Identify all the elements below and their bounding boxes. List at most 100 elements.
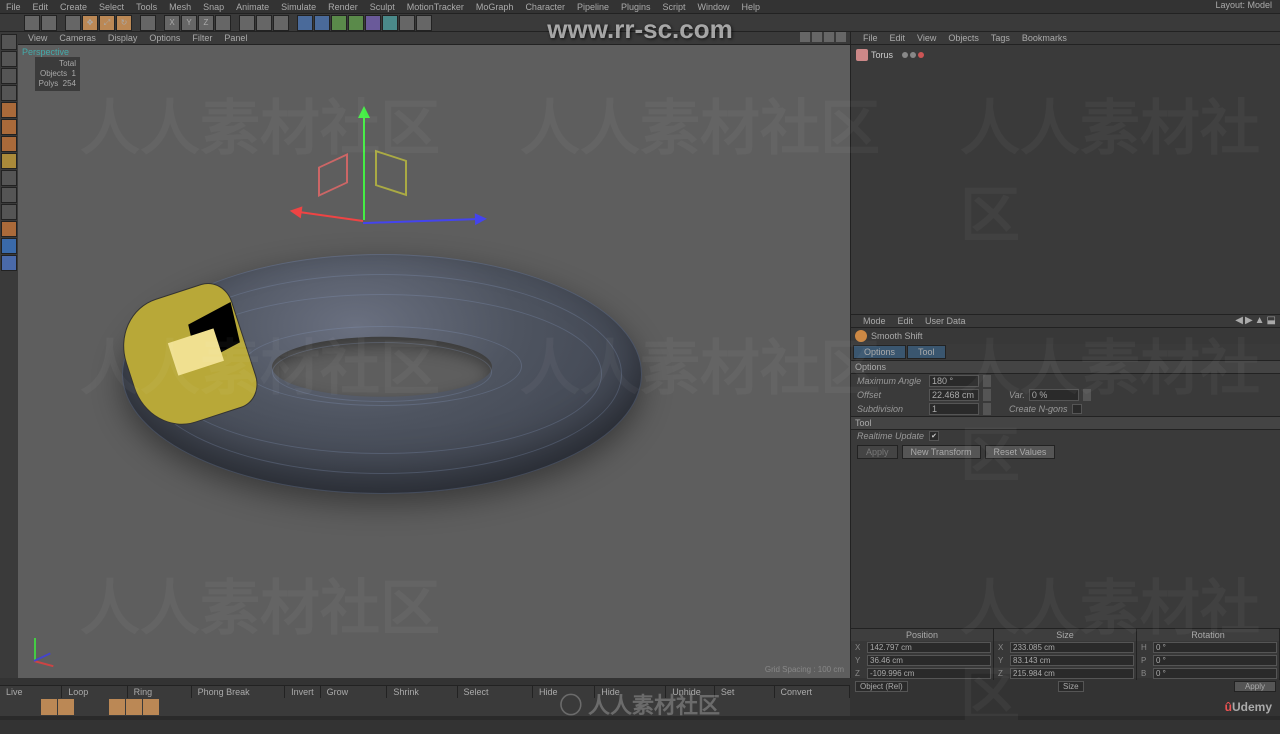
pos-x-input[interactable]: 142.797 cm [867, 642, 991, 653]
z-axis-handle[interactable] [363, 218, 483, 224]
bt-iron[interactable] [229, 699, 245, 715]
primitive-cube[interactable] [297, 15, 313, 31]
size-z-input[interactable]: 215.984 cm [1010, 668, 1134, 679]
bt-array[interactable] [316, 699, 332, 715]
menu-script[interactable]: Script [657, 0, 692, 13]
bt-bevel[interactable] [194, 699, 210, 715]
workplane-icon[interactable] [1, 221, 17, 237]
attr-userdata[interactable]: User Data [919, 315, 972, 327]
var-spinner[interactable] [1083, 389, 1091, 401]
om-tags[interactable]: Tags [985, 32, 1016, 44]
torus-object[interactable] [122, 254, 642, 494]
y-axis-toggle[interactable]: Y [181, 15, 197, 31]
bt-melt[interactable] [385, 699, 401, 715]
maximize-icon[interactable] [836, 32, 846, 42]
menu-file[interactable]: File [0, 0, 27, 13]
cmd-select-connected[interactable]: Select Connected [458, 686, 533, 698]
view-menu-cameras[interactable]: Cameras [53, 32, 102, 44]
menu-edit[interactable]: Edit [27, 0, 55, 13]
deformer-icon[interactable] [365, 15, 381, 31]
render-view[interactable] [239, 15, 255, 31]
cmd-phong-break[interactable]: Phong Break Selection [192, 686, 286, 698]
bt-extrude[interactable] [109, 699, 125, 715]
visibility-render-dot[interactable] [910, 52, 916, 58]
layout-dropdown[interactable]: Layout: Model [1215, 0, 1280, 13]
rot-h-input[interactable]: 0 ° [1153, 642, 1277, 653]
model-mode[interactable] [1, 51, 17, 67]
workplane-mode[interactable] [1, 85, 17, 101]
bt-inner-extrude[interactable] [126, 699, 142, 715]
xy-plane-handle[interactable] [318, 153, 348, 197]
generator-array[interactable] [348, 15, 364, 31]
last-tool[interactable] [140, 15, 156, 31]
tree-item-flags[interactable] [902, 52, 924, 58]
view-menu-panel[interactable]: Panel [218, 32, 253, 44]
menu-create[interactable]: Create [54, 0, 93, 13]
y-axis-handle[interactable] [363, 110, 365, 220]
menu-plugins[interactable]: Plugins [615, 0, 657, 13]
visibility-editor-dot[interactable] [902, 52, 908, 58]
om-view[interactable]: View [911, 32, 942, 44]
planar-workplane[interactable] [1, 255, 17, 271]
bt-polygon-pen[interactable] [92, 699, 108, 715]
menu-character[interactable]: Character [519, 0, 571, 13]
om-edit[interactable]: Edit [884, 32, 912, 44]
orbit-icon[interactable] [824, 32, 834, 42]
max-angle-spinner[interactable] [983, 375, 991, 387]
pan-icon[interactable] [800, 32, 810, 42]
view-menu-options[interactable]: Options [143, 32, 186, 44]
undo-button[interactable] [24, 15, 40, 31]
bt-slide[interactable] [281, 699, 297, 715]
x-axis-handle[interactable] [294, 210, 364, 222]
x-axis-toggle[interactable]: X [164, 15, 180, 31]
scale-tool[interactable]: ⤢ [99, 15, 115, 31]
cmd-set-selection[interactable]: Set Selection [715, 686, 775, 698]
camera-icon[interactable] [399, 15, 415, 31]
bt-collapse[interactable] [402, 699, 418, 715]
offset-spinner[interactable] [983, 389, 991, 401]
axis-mode[interactable] [1, 153, 17, 169]
realtime-checkbox[interactable]: ✔ [929, 431, 939, 441]
om-file[interactable]: File [857, 32, 884, 44]
menu-snap[interactable]: Snap [197, 0, 230, 13]
menu-pipeline[interactable]: Pipeline [571, 0, 615, 13]
polygon-mode[interactable] [1, 136, 17, 152]
select-tool[interactable] [65, 15, 81, 31]
size-y-input[interactable]: 83.143 cm [1010, 655, 1134, 666]
generator-nurbs[interactable] [331, 15, 347, 31]
attr-edit[interactable]: Edit [892, 315, 920, 327]
zoom-icon[interactable] [812, 32, 822, 42]
subdivision-spinner[interactable] [983, 403, 991, 415]
bt-brush[interactable] [263, 699, 279, 715]
layer-close-icon[interactable] [918, 52, 924, 58]
coord-system[interactable] [215, 15, 231, 31]
ngons-checkbox[interactable] [1072, 404, 1082, 414]
object-tree[interactable]: Torus [851, 45, 1280, 315]
bt-dissolve[interactable] [368, 699, 384, 715]
bt-weld[interactable] [58, 699, 74, 715]
rot-p-input[interactable]: 0 ° [1153, 655, 1277, 666]
bt-normal-move[interactable] [177, 699, 193, 715]
cmd-live-selection[interactable]: Live Selection [0, 686, 62, 698]
bt-close-polygon[interactable] [24, 699, 40, 715]
size-x-input[interactable]: 233.085 cm [1010, 642, 1134, 653]
tab-options[interactable]: Options [853, 345, 906, 359]
cmd-ring-selection[interactable]: Ring Selection [128, 686, 192, 698]
locked-workplane[interactable] [1, 238, 17, 254]
render-pv[interactable] [256, 15, 272, 31]
bt-clone[interactable] [333, 699, 349, 715]
light-icon[interactable] [416, 15, 432, 31]
view-menu-view[interactable]: View [22, 32, 53, 44]
view-menu-display[interactable]: Display [102, 32, 144, 44]
bt-bridge[interactable] [41, 699, 57, 715]
yz-plane-handle[interactable] [375, 150, 407, 196]
move-tool[interactable]: ✥ [82, 15, 98, 31]
apply-button[interactable]: Apply [857, 445, 898, 459]
max-angle-input[interactable]: 180 ° [929, 375, 979, 387]
attr-mode[interactable]: Mode [857, 315, 892, 327]
bt-matrix-extrude[interactable] [143, 699, 159, 715]
coord-mode-select[interactable]: Object (Rel) [855, 681, 908, 692]
snap-toggle[interactable] [1, 204, 17, 220]
bt-smooth-shift[interactable] [160, 699, 176, 715]
cmd-invert[interactable]: Invert [285, 686, 321, 698]
